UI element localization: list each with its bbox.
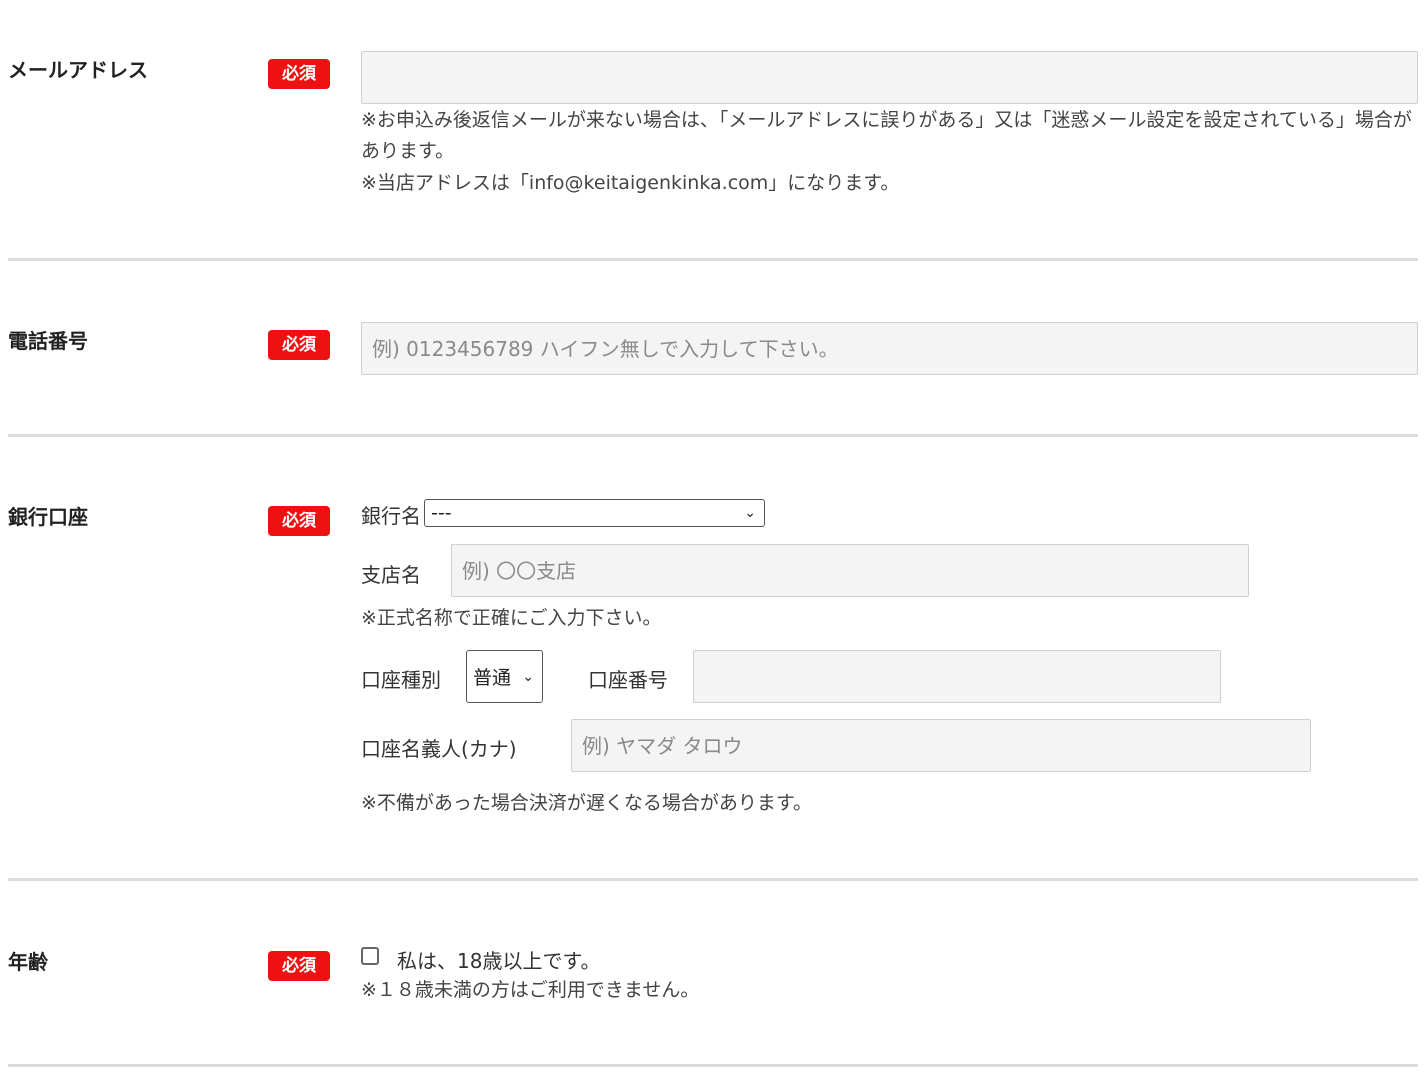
bank-name-selected: --- <box>431 502 452 524</box>
required-badge: 必須 <box>268 330 330 360</box>
required-badge: 必須 <box>268 506 330 536</box>
age-label: 年齢 <box>8 950 48 974</box>
phone-input[interactable] <box>361 322 1418 375</box>
age-row: 年齢 必須 私は、18歳以上です。 ※１８歳未満の方はご利用できません。 <box>8 881 1418 1066</box>
account-holder-label: 口座名義人(カナ) <box>361 737 517 761</box>
required-badge: 必須 <box>268 59 330 89</box>
age-checkbox-label[interactable]: 私は、18歳以上です。 <box>397 945 600 974</box>
bank-name-label: 銀行名 <box>361 504 421 528</box>
account-type-select[interactable]: 普通 ⌄ <box>466 650 543 703</box>
age-checkbox[interactable] <box>361 947 379 965</box>
divider <box>8 1064 1418 1067</box>
account-number-label: 口座番号 <box>588 668 668 692</box>
account-type-label: 口座種別 <box>361 668 441 692</box>
email-label: メールアドレス <box>8 58 148 82</box>
email-note-1: ※お申込み後返信メールが来ない場合は、「メールアドレスに誤りがある」又は「迷惑メ… <box>361 109 1412 162</box>
email-note-2: ※当店アドレスは「info@keitaigenkinka.com」になります。 <box>361 172 900 194</box>
bank-row: 銀行口座 必須 銀行名 --- ⌄ 支店名 ※正式名称で正確にご入力下さい。 口… <box>8 437 1418 881</box>
age-note: ※１８歳未満の方はご利用できません。 <box>361 979 700 1001</box>
chevron-down-icon: ⌄ <box>744 505 756 521</box>
chevron-down-icon: ⌄ <box>522 668 534 685</box>
bank-note: ※不備があった場合決済が遅くなる場合があります。 <box>361 792 813 814</box>
bank-label: 銀行口座 <box>8 505 88 529</box>
bank-name-select[interactable]: --- ⌄ <box>424 499 765 527</box>
account-holder-input[interactable] <box>571 719 1311 772</box>
branch-note: ※正式名称で正確にご入力下さい。 <box>361 607 662 629</box>
email-input[interactable] <box>361 51 1418 104</box>
phone-row: 電話番号 必須 <box>8 261 1418 436</box>
account-number-input[interactable] <box>693 650 1221 703</box>
account-type-selected: 普通 <box>473 667 512 689</box>
required-badge: 必須 <box>268 951 330 981</box>
branch-label: 支店名 <box>361 563 421 587</box>
branch-input[interactable] <box>451 544 1249 597</box>
phone-label: 電話番号 <box>8 329 88 353</box>
email-row: メールアドレス 必須 ※お申込み後返信メールが来ない場合は、「メールアドレスに誤… <box>8 0 1418 260</box>
